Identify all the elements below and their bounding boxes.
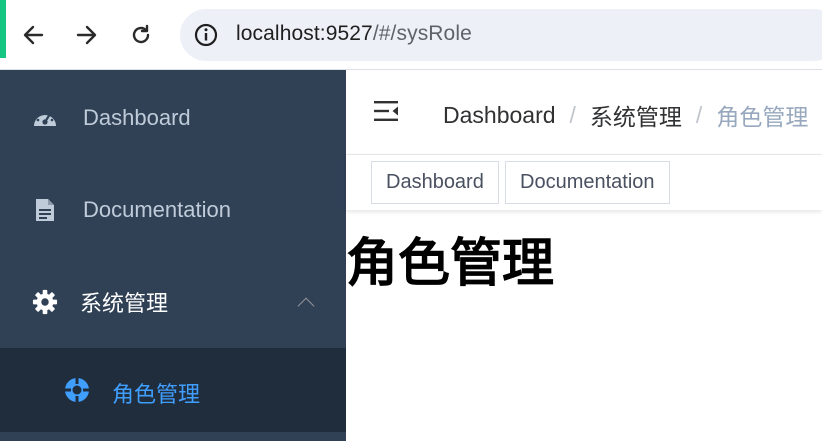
address-bar[interactable]: localhost:9527/#/sysRole [180,9,822,61]
tags-view: Dashboard Documentation [346,154,822,210]
sidebar-item-label: Documentation [83,197,231,222]
breadcrumb-item-current: 角色管理 [716,104,809,130]
breadcrumb: Dashboard / 系统管理 / 角色管理 [443,98,808,132]
back-button[interactable] [16,18,50,52]
dashboard-icon [32,105,58,131]
sidebar-item-dashboard[interactable]: Dashboard [0,72,346,164]
navbar: Dashboard / 系统管理 / 角色管理 [346,70,822,154]
breadcrumb-item-system-management[interactable]: 系统管理 [590,98,682,132]
gear-icon [32,289,58,315]
breadcrumb-separator: / [569,101,576,128]
reload-icon [132,24,150,44]
breadcrumb-item-dashboard[interactable]: Dashboard [443,102,556,129]
hamburger-toggle-icon[interactable] [372,98,400,124]
tab-accent-strip [0,0,6,58]
chevron-up-icon [297,297,315,315]
browser-toolbar: localhost:9527/#/sysRole [0,0,822,70]
back-arrow-icon [23,25,44,45]
forward-arrow-icon [76,25,97,45]
url-text[interactable]: localhost:9527/#/sysRole [236,22,472,46]
url-host: localhost:9527 [236,22,373,45]
document-icon [32,197,58,223]
main-content: Dashboard / 系统管理 / 角色管理 Dashboard Docume… [346,70,822,441]
tag-documentation[interactable]: Documentation [505,161,670,204]
site-info-icon[interactable] [194,23,218,47]
submenu-item-role-management[interactable]: 角色管理 [0,348,346,432]
breadcrumb-separator: / [695,101,703,128]
forward-button[interactable] [70,18,104,52]
sidebar-item-label: 系统管理 [80,291,169,316]
url-path: /#/sysRole [372,22,472,45]
sidebar-item-system-management[interactable]: 系统管理 [0,256,346,348]
reload-button[interactable] [124,18,158,52]
submenu-item-label: 角色管理 [112,382,201,407]
page-title: 角色管理 [346,235,555,293]
sidebar: Dashboard Documentation 系统管理 角色管理 [0,70,346,441]
sidebar-item-documentation[interactable]: Documentation [0,164,346,256]
role-icon [64,377,90,403]
sidebar-item-label: Dashboard [83,105,191,130]
tag-dashboard[interactable]: Dashboard [371,161,499,204]
